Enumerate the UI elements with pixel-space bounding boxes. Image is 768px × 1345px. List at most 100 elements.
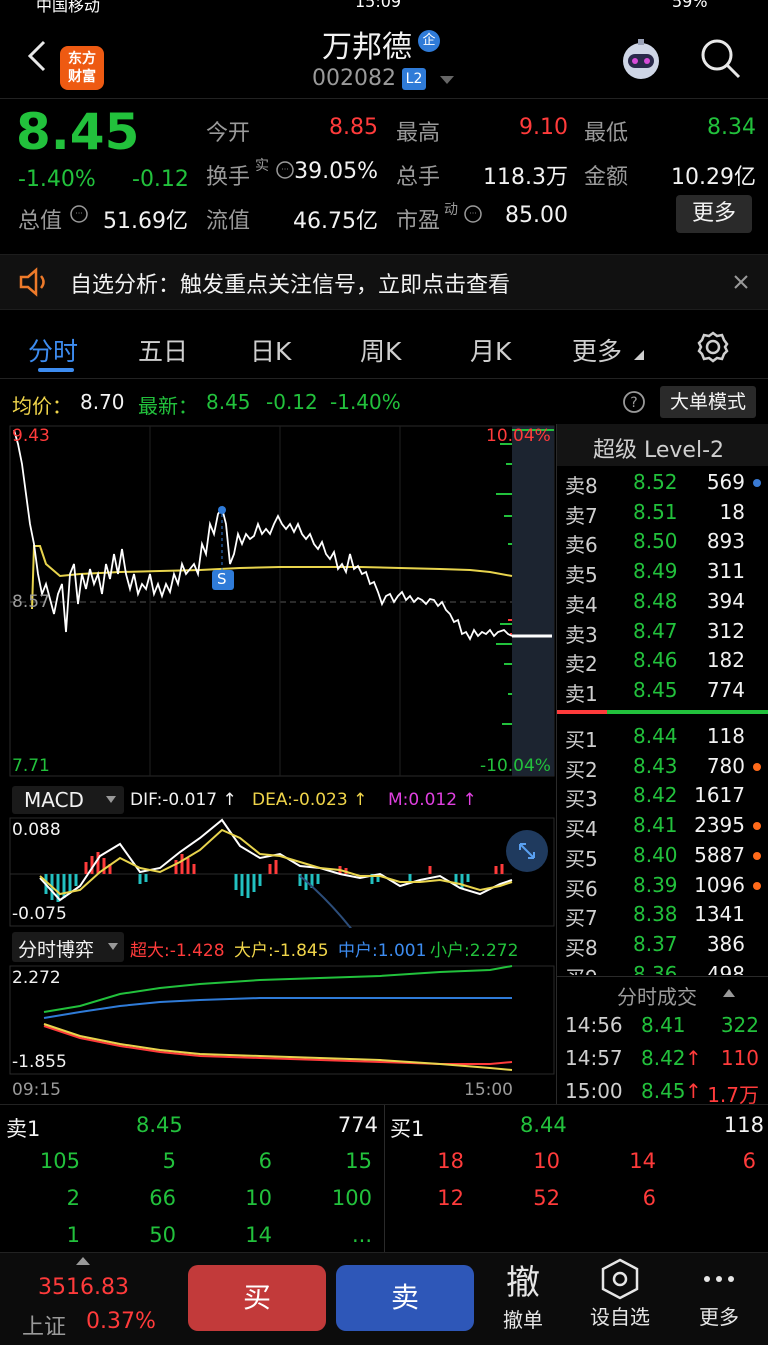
search-icon[interactable]: [698, 36, 744, 82]
close-icon[interactable]: [732, 273, 750, 291]
bid-row[interactable]: 买7 8.38 1341: [557, 900, 768, 930]
ask-row[interactable]: 卖8 8.52 569: [557, 468, 768, 498]
more-menu-button[interactable]: 更多: [684, 1257, 754, 1330]
queue-order-size: 66: [149, 1186, 176, 1210]
order-book-header: 超级 Level-2: [557, 424, 768, 466]
queue-order-size: 18: [437, 1149, 464, 1173]
tab-more[interactable]: 更多: [572, 332, 622, 368]
level-label: 买6: [565, 876, 598, 901]
large-order-dot-icon: [753, 881, 761, 890]
tab-daily-k[interactable]: 日K: [250, 332, 291, 368]
trade-row: 14:57 8.42 ↑ 110: [557, 1044, 768, 1076]
ask-row[interactable]: 卖1 8.45 774: [557, 676, 768, 706]
time-end: 15:00: [464, 1080, 513, 1100]
macd-dif: DIF:-0.017 ↑: [130, 790, 237, 810]
bid-row[interactable]: 买8 8.37 386: [557, 930, 768, 960]
bid-row[interactable]: 买4 8.41 2395: [557, 811, 768, 841]
pe-label: 市盈: [396, 209, 441, 234]
trade-volume: 110: [720, 1046, 759, 1070]
robot-assistant-icon[interactable]: [616, 36, 666, 86]
back-icon[interactable]: [24, 38, 48, 74]
intraday-chart[interactable]: 9.43 8.57 7.71 10.04% -10.04% S: [0, 424, 556, 784]
level-volume: 498: [706, 961, 745, 975]
tab-intraday[interactable]: 分时: [28, 332, 78, 368]
bid-row[interactable]: 买6 8.39 1096: [557, 871, 768, 901]
brand-logo: 东方 财富: [60, 46, 104, 90]
open-label: 今开: [206, 121, 251, 146]
tab-five-day[interactable]: 五日: [138, 332, 188, 368]
bid-row[interactable]: 买2 8.43 780: [557, 752, 768, 782]
add-watchlist-button[interactable]: 设自选: [584, 1257, 656, 1330]
level-price: 8.36: [633, 961, 678, 975]
level-volume: 893: [706, 529, 745, 554]
latest-label: 最新：: [138, 394, 198, 418]
bid-row[interactable]: 买3 8.42 1617: [557, 781, 768, 812]
open-value: 8.85: [329, 115, 378, 140]
tab-weekly-k[interactable]: 周K: [360, 332, 401, 368]
level-label: 买3: [565, 787, 598, 812]
latest-change: -0.12: [266, 390, 318, 414]
ask-row[interactable]: 卖5 8.49 311: [557, 557, 768, 587]
level-label: 卖7: [565, 503, 598, 528]
big-order-mode-button[interactable]: 大单模式: [660, 386, 756, 418]
ask-row[interactable]: 卖2 8.46 182: [557, 646, 768, 676]
help-icon[interactable]: ?: [622, 390, 646, 414]
level-label: 卖1: [565, 681, 598, 706]
macd-y-bottom: -0.075: [12, 904, 67, 924]
ask-row[interactable]: 卖4 8.48 394: [557, 587, 768, 617]
queue-sell-label: 卖1: [6, 1117, 41, 1141]
ask-row[interactable]: 卖6 8.50 893: [557, 527, 768, 557]
market-cap-value: 51.69亿: [103, 209, 188, 234]
expand-button[interactable]: [506, 830, 548, 872]
level-price: 8.38: [633, 902, 678, 927]
trade-price: 8.45: [641, 1079, 686, 1103]
turnover-sup: 实: [255, 158, 269, 174]
big-flow: 大户:-1.845: [234, 941, 329, 961]
caret-down-icon[interactable]: [440, 76, 454, 86]
info-icon[interactable]: ···: [70, 205, 88, 223]
active-tab-indicator: [38, 368, 74, 372]
caret-down-icon: [106, 796, 116, 803]
queue-order-size: ...: [351, 1223, 372, 1247]
queue-buy-price: 8.44: [520, 1113, 567, 1137]
queue-order-size: 50: [149, 1223, 176, 1247]
turnover-label: 换手: [206, 165, 251, 190]
flow-selector[interactable]: 分时博弈: [12, 932, 124, 962]
level-label: 买2: [565, 757, 598, 782]
more-dots-icon: [704, 1276, 734, 1282]
level-price: 8.43: [633, 753, 678, 778]
bid-row[interactable]: 买1 8.44 118: [557, 722, 768, 752]
bid-row[interactable]: 买9 8.36 498: [557, 960, 768, 975]
ask-row[interactable]: 卖7 8.51 18: [557, 498, 768, 528]
trade-price: 8.42: [641, 1046, 686, 1070]
level-price: 8.46: [633, 648, 678, 673]
amount-value: 10.29亿: [671, 165, 756, 190]
level-volume: 386: [706, 931, 745, 956]
notice-banner[interactable]: 自选分析：触发重点关注信号，立即点击查看: [0, 254, 768, 310]
level-price: 8.45: [633, 677, 678, 702]
index-value[interactable]: 3516.83: [38, 1275, 129, 1300]
level-volume: 182: [706, 648, 745, 673]
caret-up-icon[interactable]: [76, 1257, 90, 1265]
queue-order-size: 14: [245, 1223, 272, 1247]
caret-up-icon[interactable]: [723, 989, 735, 997]
last-price: 8.45: [16, 103, 140, 161]
ask-row[interactable]: 卖3 8.47 312: [557, 617, 768, 647]
sell-button[interactable]: 卖: [336, 1265, 474, 1331]
level-volume: 780: [706, 753, 745, 778]
buy-button[interactable]: 买: [188, 1265, 326, 1331]
level-volume: 569: [706, 470, 745, 494]
level2-badge: L2: [402, 68, 426, 90]
level-label: 买8: [565, 935, 598, 960]
settings-gear-icon[interactable]: [696, 330, 730, 364]
cancel-order-button[interactable]: 撤 撤单: [488, 1255, 558, 1333]
more-button[interactable]: 更多: [676, 195, 752, 233]
mid-flow: 中户:1.001: [338, 941, 427, 961]
float-cap-label: 流值: [206, 209, 251, 234]
flow-y-top: 2.272: [12, 968, 61, 988]
tab-monthly-k[interactable]: 月K: [470, 332, 511, 368]
macd-selector[interactable]: MACD: [12, 786, 124, 814]
bid-row[interactable]: 买5 8.40 5887: [557, 841, 768, 871]
small-flow: 小户:2.272: [430, 941, 519, 961]
s-marker-label[interactable]: S: [217, 570, 227, 588]
